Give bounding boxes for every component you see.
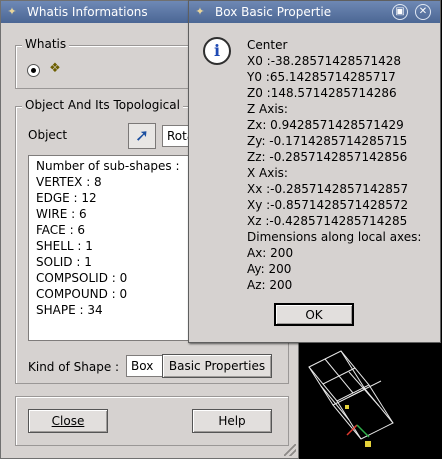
ok-button[interactable]: OK (274, 303, 354, 326)
window-menu-icon[interactable]: ✦ (193, 5, 207, 19)
info-line: Zx: 0.9428571428571429 (247, 118, 404, 132)
info-line: Y0 :65.14285714285717 (247, 70, 396, 84)
info-line: Ax: 200 (247, 246, 294, 260)
whatis-radio[interactable] (27, 64, 40, 77)
object-group-title: Object And Its Topological (22, 98, 183, 112)
info-line: Zz: -0.2857142857142856 (247, 150, 408, 164)
info-line: Z Axis: (247, 102, 288, 116)
info-line: Zy: -0.1714285714285715 (247, 134, 408, 148)
info-line: Xz :-0.4285714285714285 (247, 214, 408, 228)
box-wireframe (308, 350, 394, 447)
kind-of-shape-label: Kind of Shape : (28, 360, 120, 374)
basic-properties-button[interactable]: Basic Properties (162, 354, 272, 378)
box-properties-text: Center X0 :-38.28571428571428 Y0 :65.142… (247, 37, 421, 293)
box-dialog-title: Box Basic Propertie (215, 5, 332, 19)
close-button-label: Close (51, 414, 85, 428)
minimize-icon[interactable]: ▣ (392, 4, 408, 20)
info-icon: i (203, 37, 231, 65)
3d-viewer[interactable] (299, 345, 442, 459)
info-line: Dimensions along local axes: (247, 230, 422, 244)
info-line: Z0 :148.5714285714286 (247, 86, 397, 100)
info-line: X0 :-38.28571428571428 (247, 54, 402, 68)
object-label: Object (28, 128, 68, 142)
window-menu-icon[interactable]: ✦ (5, 5, 19, 19)
help-button-label: Help (218, 414, 246, 428)
info-line: Ay: 200 (247, 262, 292, 276)
buttons-group: Close Help (15, 396, 289, 446)
screen: ✦ Whatis Informations Whatis ❖ Object An… (0, 0, 442, 459)
info-line: X Axis: (247, 166, 288, 180)
info-line: Az: 200 (247, 278, 293, 292)
vertex-marker (345, 405, 349, 409)
select-object-button[interactable]: ➚ (128, 123, 156, 149)
resize-grip[interactable] (284, 444, 296, 456)
info-line: Xx :-0.2857142857142857 (247, 182, 409, 196)
close-icon[interactable]: ✕ (415, 4, 431, 20)
info-line: Xy :-0.8571428571428572 (247, 198, 409, 212)
kind-of-shape-field[interactable]: Box (126, 355, 166, 377)
select-arrow-icon: ➚ (134, 126, 150, 146)
vertex-icon: ❖ (49, 61, 61, 76)
close-button[interactable]: Close (28, 409, 108, 433)
help-button[interactable]: Help (192, 409, 272, 433)
whatis-group-title: Whatis (22, 37, 70, 51)
box-properties-dialog: ✦ Box Basic Propertie ▣ ✕ i Center X0 :-… (188, 0, 441, 343)
info-line: Center (247, 38, 288, 52)
origin-marker (365, 441, 371, 447)
whatis-title: Whatis Informations (27, 5, 148, 19)
